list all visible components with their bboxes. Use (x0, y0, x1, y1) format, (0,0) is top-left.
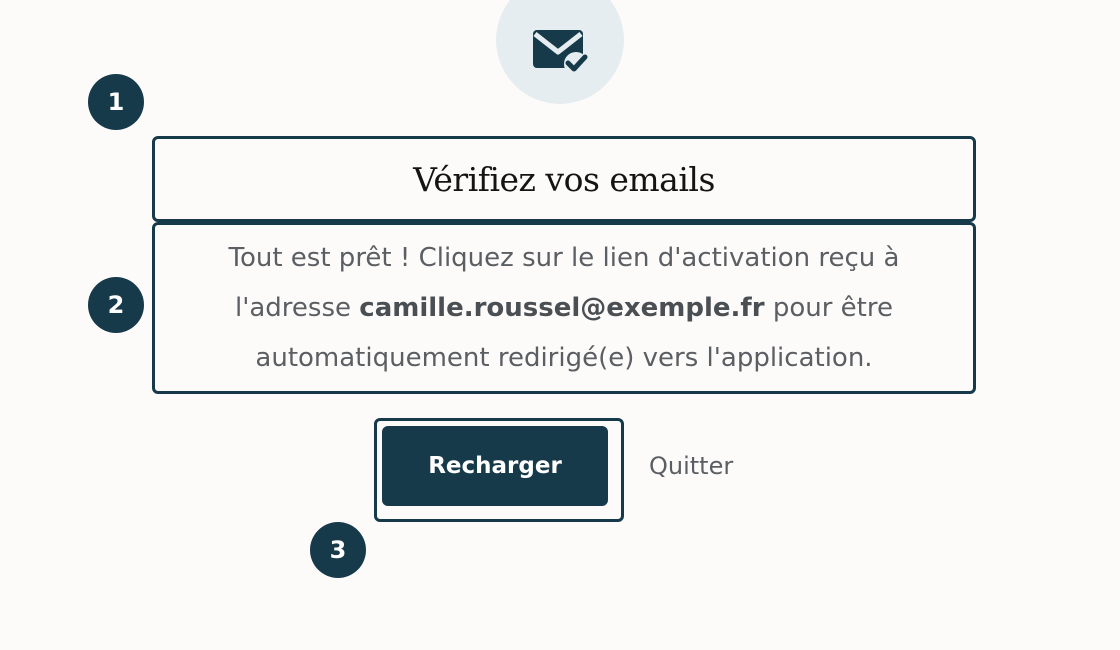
description-box: Tout est prêt ! Cliquez sur le lien d'ac… (152, 222, 976, 394)
reload-button-frame: Recharger (374, 418, 624, 522)
quit-link[interactable]: Quitter (649, 448, 733, 484)
step-marker-1: 1 (88, 74, 144, 130)
mail-check-icon (533, 30, 588, 76)
reload-button[interactable]: Recharger (382, 426, 608, 506)
step-marker-3: 3 (310, 522, 366, 578)
step-marker-2: 2 (88, 277, 144, 333)
email-icon-badge (496, 0, 624, 104)
heading-box: Vérifiez vos emails (152, 136, 976, 222)
page-title: Vérifiez vos emails (413, 159, 715, 199)
email-address: camille.roussel@exemple.fr (359, 293, 765, 323)
description-text: Tout est prêt ! Cliquez sur le lien d'ac… (184, 233, 944, 383)
